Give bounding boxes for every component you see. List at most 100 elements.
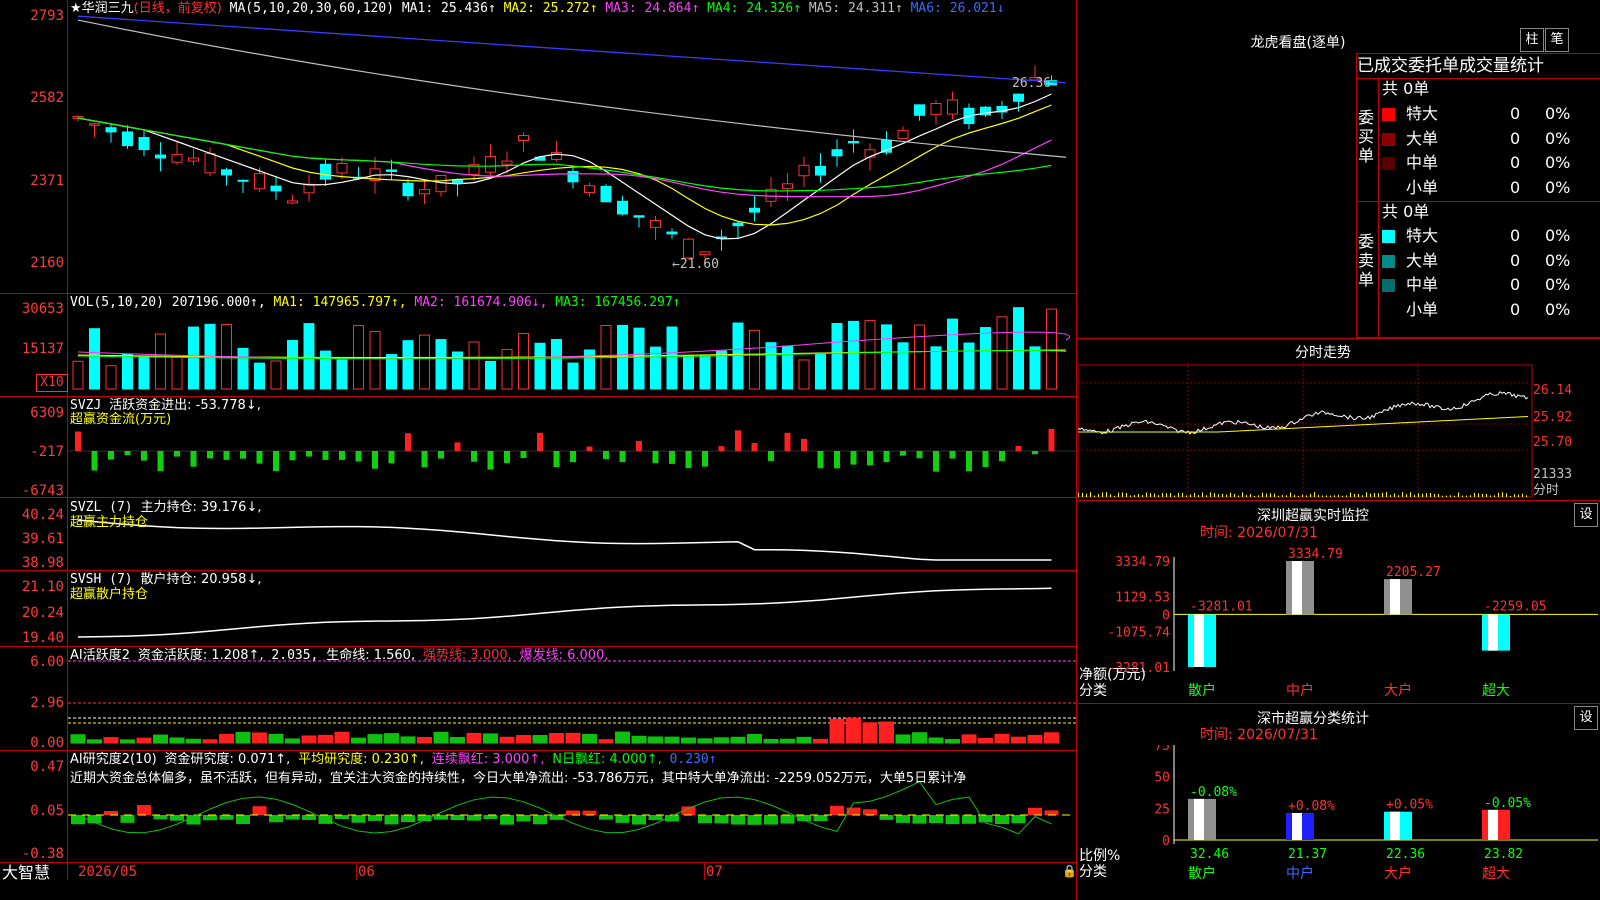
intraday-volume-bar bbox=[1494, 495, 1495, 497]
activity-bar bbox=[367, 734, 383, 744]
activity-bar bbox=[615, 731, 630, 744]
sz-class-settings-button[interactable]: 设 bbox=[1574, 706, 1598, 730]
intraday-volume-bar bbox=[1206, 495, 1207, 497]
bar-category-label: 散户 bbox=[1188, 865, 1216, 882]
intraday-volume-bar bbox=[1242, 492, 1243, 497]
y-axis-divider bbox=[67, 0, 68, 880]
volume-bar bbox=[765, 342, 777, 390]
activity-bar bbox=[334, 731, 350, 744]
intraday-volume-bar bbox=[1262, 492, 1263, 497]
intraday-volume-bar bbox=[1514, 494, 1515, 497]
intraday-volume-bar bbox=[1174, 495, 1175, 497]
stat-col-divider bbox=[1378, 77, 1379, 337]
volume-bar bbox=[171, 356, 183, 390]
bar-category-label: 中户 bbox=[1286, 865, 1314, 882]
research-bar bbox=[368, 815, 382, 821]
sz-monitor-settings-button[interactable]: 设 bbox=[1574, 503, 1598, 527]
stat-tabs[interactable]: 已成交委托单成交量统计 bbox=[1356, 53, 1600, 79]
flow-bar bbox=[669, 451, 675, 464]
order-color-swatch bbox=[1382, 132, 1395, 146]
volume-bar bbox=[501, 348, 513, 390]
x-tick-mark bbox=[356, 862, 357, 880]
intraday-volume-bar bbox=[1286, 495, 1287, 497]
research-bar bbox=[830, 805, 844, 815]
ma3-value: MA3: 24.864↑ bbox=[605, 1, 700, 16]
research-bar bbox=[582, 810, 597, 815]
volume-bar bbox=[485, 360, 496, 390]
panel-divider bbox=[1078, 338, 1600, 339]
bar-highlight bbox=[1194, 798, 1204, 840]
intraday-volume-bar bbox=[1454, 495, 1455, 497]
star-icon[interactable]: ★ bbox=[70, 1, 82, 16]
research-bar bbox=[945, 815, 960, 825]
research-bar bbox=[434, 815, 448, 820]
intraday-volume-bar bbox=[1102, 492, 1103, 497]
activity-bar bbox=[697, 738, 713, 744]
candle-body bbox=[221, 169, 232, 176]
activity-bar bbox=[400, 736, 416, 744]
bar-mode-button[interactable]: 柱 bbox=[1520, 28, 1544, 52]
flow-bar bbox=[322, 451, 329, 460]
intraday-volume-bar bbox=[1406, 494, 1407, 497]
intraday-volume-bar bbox=[1314, 492, 1315, 497]
volume-bar bbox=[930, 346, 942, 390]
intraday-volume-bar bbox=[1230, 492, 1231, 497]
intraday-volume-bar bbox=[1350, 492, 1351, 497]
volume-bar bbox=[287, 340, 298, 390]
candle-body bbox=[171, 154, 183, 163]
y-tick: -6743 bbox=[21, 483, 64, 499]
intraday-volume-bar bbox=[1126, 492, 1127, 497]
candle-body bbox=[1013, 93, 1024, 102]
flow-bar bbox=[553, 451, 560, 468]
y-tick: 40.24 bbox=[21, 507, 64, 523]
intraday-volume-bar bbox=[1138, 493, 1139, 497]
lock-icon[interactable]: 🔒 bbox=[1062, 864, 1077, 879]
bar-y-tick: 0 bbox=[1162, 834, 1170, 849]
research-bar bbox=[252, 806, 267, 815]
panel-divider bbox=[1078, 703, 1600, 704]
research-bar bbox=[896, 815, 910, 823]
panel-divider bbox=[0, 293, 1077, 294]
bar-highlight bbox=[1292, 561, 1302, 615]
order-percent: 0% bbox=[1545, 250, 1571, 270]
activity-bar bbox=[648, 736, 663, 744]
research-bar bbox=[1011, 815, 1026, 824]
intraday-volume-bar bbox=[1374, 492, 1375, 497]
bar-category-label: 超大 bbox=[1482, 683, 1510, 699]
intraday-volume-bar bbox=[1518, 494, 1519, 497]
intraday-volume-bar bbox=[1150, 493, 1151, 497]
high-price-mark: 26.36 bbox=[1012, 76, 1052, 91]
flow-bar bbox=[438, 451, 444, 459]
ai1-v5: 爆发线: 6.000, bbox=[519, 648, 609, 663]
activity-bar bbox=[895, 734, 911, 744]
flow-bar bbox=[735, 430, 741, 451]
sz-monitor-xlabel: 分类 bbox=[1079, 683, 1107, 699]
chart-mode[interactable]: (日线，前复权) bbox=[134, 1, 222, 16]
intraday-volume-bar bbox=[1234, 493, 1235, 497]
volume-bar bbox=[336, 359, 348, 390]
intraday-volume-bar bbox=[1146, 492, 1147, 497]
intraday-volume-bar bbox=[1282, 494, 1283, 497]
activity-bar bbox=[763, 738, 779, 744]
intraday-volume-bar bbox=[1170, 493, 1171, 497]
research-bar bbox=[87, 815, 102, 824]
flow-bar bbox=[768, 451, 774, 461]
flow-bar bbox=[636, 440, 642, 451]
intraday-volume-bar bbox=[1442, 495, 1443, 497]
intraday-chart[interactable] bbox=[1078, 362, 1600, 500]
activity-bar bbox=[549, 733, 564, 744]
intraday-title: 分时走势 bbox=[1295, 345, 1351, 361]
flow-bar bbox=[240, 451, 246, 459]
tick-mode-button[interactable]: 笔 bbox=[1545, 28, 1569, 52]
ma5-value: MA5: 24.311↑ bbox=[808, 1, 903, 16]
volume-bar bbox=[89, 328, 100, 390]
intraday-volume-bar bbox=[1402, 492, 1403, 497]
intraday-volume-bar bbox=[1082, 492, 1083, 497]
research-bar bbox=[500, 815, 514, 825]
x-tick: 06 bbox=[358, 864, 375, 880]
volume-bar bbox=[666, 326, 678, 390]
intraday-volume-bar bbox=[1322, 495, 1323, 497]
intraday-volume-bar bbox=[1330, 495, 1331, 497]
flow-bar bbox=[306, 451, 312, 457]
flow-bar bbox=[685, 451, 692, 469]
